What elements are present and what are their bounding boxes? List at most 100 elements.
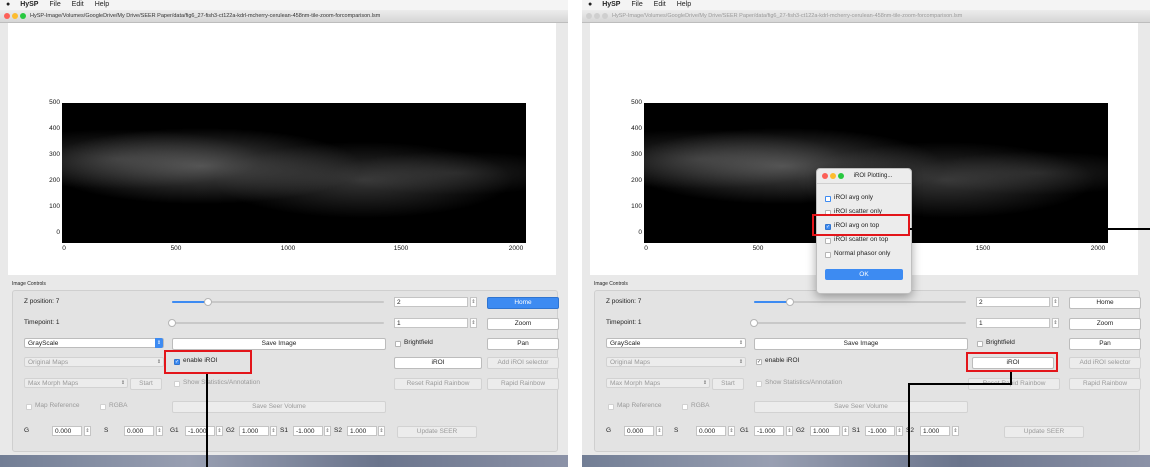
add-iroi-selector-button[interactable]: Add iROI selector (1069, 357, 1141, 369)
close-window-button[interactable] (4, 13, 10, 19)
apple-icon[interactable]: ● (588, 1, 592, 8)
add-iroi-selector-button[interactable]: Add iROI selector (487, 357, 559, 369)
minimize-window-button[interactable] (594, 13, 600, 19)
rapid-rainbow-button[interactable]: Rapid Rainbow (487, 378, 559, 390)
menu-file[interactable]: File (631, 1, 642, 8)
zoom-button[interactable]: Zoom (1069, 318, 1141, 330)
minimize-dialog-button[interactable] (830, 173, 836, 179)
colormap-select[interactable]: GrayScale ⇕ (606, 338, 746, 348)
g1-field[interactable]: -1.000 (754, 426, 784, 436)
s2-stepper[interactable]: ⇕ (952, 426, 959, 436)
s1-field[interactable]: -1.000 (293, 426, 323, 436)
image-display[interactable] (62, 103, 526, 243)
menu-help[interactable]: Help (677, 1, 691, 8)
g1-label: G1 (740, 427, 749, 434)
g1-field[interactable]: -1.000 (185, 426, 215, 436)
menu-app-name[interactable]: HySP (20, 1, 38, 8)
g2-field[interactable]: 1.000 (810, 426, 840, 436)
timepoint-slider-knob[interactable] (168, 319, 176, 327)
timepoint-field[interactable]: 1 (394, 318, 468, 328)
timepoint-slider-knob[interactable] (750, 319, 758, 327)
z-stepper[interactable]: ⇕ (470, 297, 477, 307)
s2-field[interactable]: 1.000 (920, 426, 950, 436)
s2-stepper[interactable]: ⇕ (378, 426, 385, 436)
zoom-dialog-button[interactable] (838, 173, 844, 179)
close-dialog-button[interactable] (822, 173, 828, 179)
z-slider-knob[interactable] (204, 298, 213, 306)
g-field[interactable]: 0.000 (624, 426, 654, 436)
s2-field[interactable]: 1.000 (347, 426, 377, 436)
option-checkbox[interactable] (825, 238, 831, 244)
close-window-button[interactable] (586, 13, 592, 19)
timepoint-stepper[interactable]: ⇕ (470, 318, 477, 328)
colormap-select[interactable]: GrayScale ⇕ (24, 338, 164, 348)
z-position-field[interactable]: 2 (394, 297, 468, 307)
timepoint-slider[interactable] (750, 319, 966, 327)
z-position-slider[interactable] (172, 298, 384, 306)
map-reference-checkbox[interactable] (26, 404, 32, 410)
z-position-field[interactable]: 2 (976, 297, 1050, 307)
zoom-button[interactable]: Zoom (487, 318, 559, 330)
original-maps-select[interactable]: Original Maps ⇕ (24, 357, 164, 367)
brightfield-checkbox[interactable] (977, 341, 983, 347)
g-stepper[interactable]: ⇕ (84, 426, 91, 436)
timepoint-slider[interactable] (168, 319, 384, 327)
menu-edit[interactable]: Edit (654, 1, 666, 8)
g2-stepper[interactable]: ⇕ (842, 426, 849, 436)
enable-iroi-checkbox[interactable]: ✓ (756, 359, 762, 365)
g1-stepper[interactable]: ⇕ (216, 426, 223, 436)
menu-app-name[interactable]: HySP (602, 1, 620, 8)
option-checkbox[interactable] (825, 196, 831, 202)
rgba-checkbox[interactable] (100, 404, 106, 410)
s-stepper[interactable]: ⇕ (728, 426, 735, 436)
home-button[interactable]: Home (1069, 297, 1141, 309)
g1-stepper[interactable]: ⇕ (786, 426, 793, 436)
s-field[interactable]: 0.000 (696, 426, 726, 436)
update-seer-button[interactable]: Update SEER (1004, 426, 1084, 438)
minimize-window-button[interactable] (12, 13, 18, 19)
max-morph-maps-select[interactable]: Max Morph Maps ⇕ (606, 378, 710, 388)
start-button[interactable]: Start (130, 378, 162, 390)
start-button[interactable]: Start (712, 378, 744, 390)
menu-edit[interactable]: Edit (72, 1, 84, 8)
save-seer-volume-button[interactable]: Save Seer Volume (754, 401, 968, 413)
original-maps-select[interactable]: Original Maps ⇕ (606, 357, 746, 367)
brightfield-checkbox[interactable] (395, 341, 401, 347)
iroi-button[interactable]: iROI (394, 357, 482, 369)
z-slider-knob[interactable] (786, 298, 795, 306)
s1-stepper[interactable]: ⇕ (324, 426, 331, 436)
map-reference-checkbox[interactable] (608, 404, 614, 410)
g-stepper[interactable]: ⇕ (656, 426, 663, 436)
apple-icon[interactable]: ● (6, 1, 10, 8)
save-image-button[interactable]: Save Image (172, 338, 386, 350)
g-field[interactable]: 0.000 (52, 426, 82, 436)
menu-file[interactable]: File (49, 1, 60, 8)
pan-button[interactable]: Pan (1069, 338, 1141, 350)
s-stepper[interactable]: ⇕ (156, 426, 163, 436)
timepoint-field[interactable]: 1 (976, 318, 1050, 328)
z-position-slider[interactable] (754, 298, 966, 306)
rapid-rainbow-button[interactable]: Rapid Rainbow (1069, 378, 1141, 390)
ok-button[interactable]: OK (825, 269, 903, 280)
g2-field[interactable]: 1.000 (239, 426, 269, 436)
home-button[interactable]: Home (487, 297, 559, 309)
g2-stepper[interactable]: ⇕ (270, 426, 277, 436)
s1-stepper[interactable]: ⇕ (896, 426, 903, 436)
show-stats-checkbox[interactable] (174, 381, 180, 387)
pan-button[interactable]: Pan (487, 338, 559, 350)
rgba-checkbox[interactable] (682, 404, 688, 410)
z-stepper[interactable]: ⇕ (1052, 297, 1059, 307)
menu-help[interactable]: Help (95, 1, 109, 8)
zoom-window-button[interactable] (20, 13, 26, 19)
max-morph-maps-select[interactable]: Max Morph Maps ⇕ (24, 378, 128, 388)
timepoint-stepper[interactable]: ⇕ (1052, 318, 1059, 328)
save-seer-volume-button[interactable]: Save Seer Volume (172, 401, 386, 413)
update-seer-button[interactable]: Update SEER (397, 426, 477, 438)
zoom-window-button[interactable] (602, 13, 608, 19)
reset-rapid-rainbow-button[interactable]: Reset Rapid Rainbow (394, 378, 482, 390)
s-field[interactable]: 0.000 (124, 426, 154, 436)
show-stats-checkbox[interactable] (756, 381, 762, 387)
s1-field[interactable]: -1.000 (865, 426, 895, 436)
save-image-button[interactable]: Save Image (754, 338, 968, 350)
option-checkbox[interactable] (825, 252, 831, 258)
